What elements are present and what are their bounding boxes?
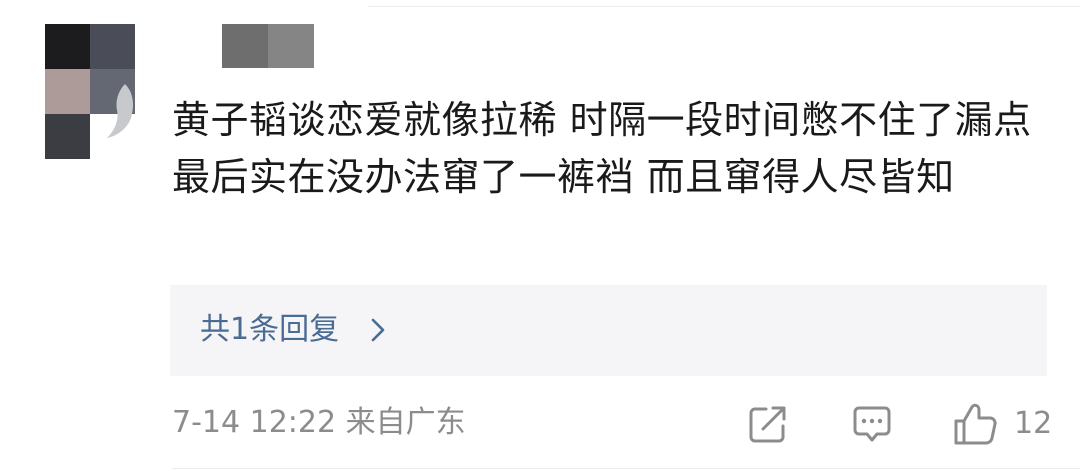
chevron-right-icon bbox=[371, 318, 385, 342]
view-replies-label: 共1条回复 bbox=[200, 312, 340, 347]
comment-icon bbox=[853, 406, 891, 442]
bottom-divider bbox=[172, 468, 1080, 469]
avatar-pixel bbox=[90, 24, 135, 69]
username-pixel bbox=[268, 24, 314, 68]
share-button[interactable] bbox=[746, 402, 788, 446]
thumbs-up-icon bbox=[954, 403, 997, 445]
username-pixel bbox=[222, 24, 268, 68]
share-icon bbox=[749, 406, 786, 443]
username-blurred[interactable] bbox=[222, 24, 314, 68]
comment-timestamp-location: 7-14 12:22 来自广东 bbox=[172, 405, 466, 440]
comment-text: 黄子韬谈恋爱就像拉稀 时隔一段时间憋不住了漏点 最后实在没办法窜了一裤裆 而且窜… bbox=[172, 98, 1032, 199]
avatar-pixel bbox=[45, 114, 90, 159]
avatar-pixel bbox=[45, 69, 90, 114]
avatar[interactable] bbox=[45, 24, 135, 159]
avatar-overlay bbox=[107, 84, 133, 138]
top-divider bbox=[368, 6, 1080, 7]
like-button[interactable]: 12 bbox=[952, 402, 1052, 446]
comment-button[interactable] bbox=[851, 402, 893, 446]
like-count: 12 bbox=[1014, 406, 1053, 441]
avatar-pixel bbox=[45, 24, 90, 69]
view-replies-button[interactable]: 共1条回复 bbox=[170, 285, 1047, 376]
